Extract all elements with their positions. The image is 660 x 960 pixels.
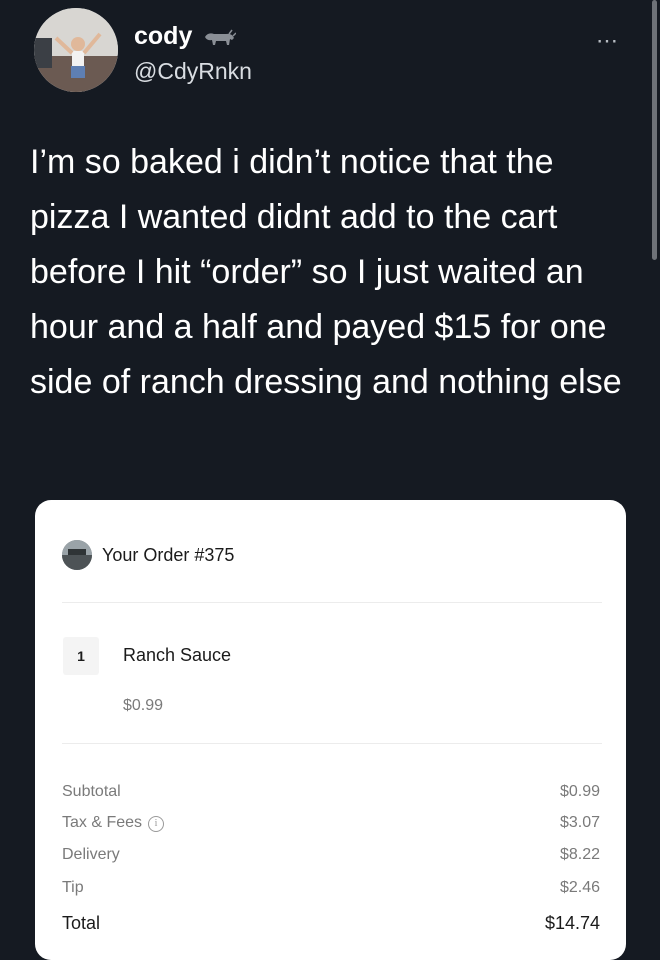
- delivery-value: $8.22: [559, 846, 600, 863]
- item-price: $0.99: [123, 697, 164, 714]
- order-header: Your Order #375: [62, 540, 234, 570]
- more-options-icon[interactable]: ⋯: [596, 28, 618, 54]
- total-value: $14.74: [544, 913, 600, 933]
- info-icon[interactable]: i: [148, 816, 165, 832]
- user-handle[interactable]: @CdyRnkn: [134, 58, 252, 85]
- item-name: Ranch Sauce: [123, 645, 232, 665]
- tax-row: Tax & Fees i $3.07: [62, 814, 600, 832]
- display-name[interactable]: cody: [134, 22, 237, 51]
- tax-label: Tax & Fees: [62, 814, 143, 831]
- item-quantity: 1: [63, 637, 99, 675]
- divider: [62, 743, 602, 744]
- tip-label: Tip: [62, 879, 84, 896]
- subtotal-row: Subtotal $0.99: [62, 783, 600, 801]
- delivery-label: Delivery: [62, 846, 120, 863]
- profile-avatar[interactable]: [34, 8, 118, 92]
- tweet-text: I’m so baked i didn’t notice that the pi…: [30, 143, 622, 401]
- restaurant-avatar: [62, 540, 92, 570]
- display-name-text: cody: [134, 22, 193, 50]
- total-label: Total: [62, 913, 101, 933]
- order-title: Your Order #375: [102, 544, 235, 565]
- bull-icon: [202, 27, 237, 47]
- tip-value: $2.46: [559, 879, 600, 896]
- divider: [62, 602, 602, 603]
- tax-value: $3.07: [559, 814, 600, 831]
- order-receipt-image: Your Order #375 1 Ranch Sauce $0.99 Subt…: [35, 500, 626, 960]
- avatar-photo: [34, 8, 118, 92]
- delivery-row: Delivery $8.22: [62, 846, 600, 864]
- tip-row: Tip $2.46: [62, 879, 600, 897]
- scrollbar[interactable]: [652, 0, 657, 260]
- total-row: Total $14.74: [62, 913, 600, 934]
- subtotal-value: $0.99: [559, 783, 600, 800]
- tweet-header: cody @CdyRnkn ⋯: [0, 0, 660, 110]
- subtotal-label: Subtotal: [62, 783, 121, 800]
